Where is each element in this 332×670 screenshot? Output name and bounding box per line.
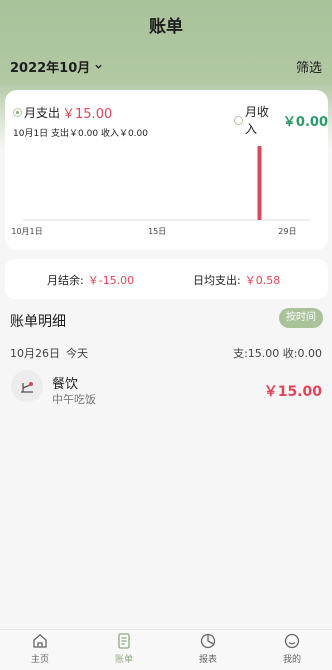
tab-home-label: 主页 <box>30 655 49 665</box>
details-title: 账单明细 <box>10 314 66 330</box>
tab-profile[interactable]: 我的 <box>272 632 312 665</box>
date-header: 10月26日 今天 <box>10 345 88 361</box>
page-title: 账单 <box>149 17 183 37</box>
balance-label: 月结余: <box>47 274 84 287</box>
filter-button[interactable]: 筛选 <box>296 57 322 76</box>
month-selector[interactable]: 2022年10月 <box>10 57 103 76</box>
chevron-down-icon <box>95 64 102 69</box>
sort-by-time-button[interactable]: 按时间 <box>279 308 323 328</box>
expense-label: 月支出 <box>24 106 61 120</box>
tab-reports-label: 报表 <box>198 655 217 665</box>
home-icon <box>33 634 47 648</box>
date-label: 10月26日 <box>10 347 60 360</box>
balance-value: ￥-15.00 <box>87 274 135 287</box>
record-category-icon <box>11 370 43 402</box>
day-totals: 支:15.00 收:0.00 <box>233 347 322 360</box>
record-category: 餐饮 <box>52 377 79 392</box>
record-amount: ￥15.00 <box>263 384 322 400</box>
tab-profile-label: 我的 <box>282 655 301 665</box>
tab-bills[interactable]: 账单 <box>104 632 144 665</box>
expense-value: ￥15.00 <box>62 107 113 122</box>
daily-average-label: 日均支出: <box>193 274 241 287</box>
income-toggle[interactable]: 月收入 ￥0.00 <box>234 103 328 137</box>
dining-icon <box>21 382 33 393</box>
chart-tick-label: 10月1日 <box>11 227 42 236</box>
chart-tick-label: 29日 <box>278 227 296 236</box>
income-label: 月收入 <box>244 105 269 136</box>
daily-expense-chart[interactable]: 10月1日 15日 29日 <box>5 140 328 240</box>
tab-home[interactable]: 主页 <box>20 632 60 665</box>
smiley-icon <box>284 633 300 649</box>
daily-average: 日均支出: ￥0.58 <box>193 272 280 288</box>
chart-bar[interactable] <box>257 146 262 220</box>
bill-icon <box>118 633 130 649</box>
expense-radio[interactable] <box>13 108 22 117</box>
monthly-balance: 月结余: ￥-15.00 <box>47 272 134 288</box>
weekday-label: 今天 <box>66 347 88 360</box>
month-label: 2022年10月 <box>10 61 91 76</box>
income-radio[interactable] <box>234 115 243 125</box>
expense-toggle[interactable]: 月支出 ￥15.00 <box>13 103 112 122</box>
daily-average-value: ￥0.58 <box>244 274 281 287</box>
tab-reports[interactable]: 报表 <box>188 632 228 665</box>
pie-chart-icon <box>200 633 216 649</box>
record-note: 中午吃饭 <box>52 393 96 406</box>
summary-chart-card: 月支出 ￥15.00 月收入 ￥0.00 10月1日 支出￥0.00 收入￥0.… <box>5 90 328 250</box>
income-value: ￥0.00 <box>282 114 328 130</box>
stats-card: 月结余: ￥-15.00 日均支出: ￥0.58 <box>5 259 328 299</box>
selected-day-summary: 10月1日 支出￥0.00 收入￥0.00 <box>13 129 148 139</box>
tab-bills-label: 账单 <box>114 655 133 665</box>
bottom-tab-bar: 主页 账单 报表 我的 <box>0 629 332 670</box>
chart-tick-label: 15日 <box>148 227 166 236</box>
